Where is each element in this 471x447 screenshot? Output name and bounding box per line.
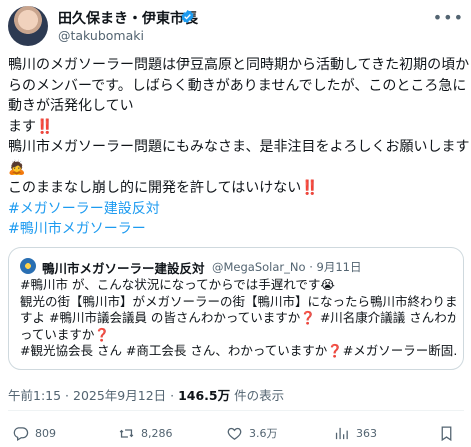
views-icon (335, 427, 348, 439)
reply-count: 809 (35, 426, 56, 440)
divider (8, 410, 464, 411)
bookmark-button[interactable] (438, 422, 461, 444)
views-action-count: 363 (356, 426, 377, 440)
post-line: らのメンバーです。しばらく動きがありませんでしたが、このところ急に (8, 77, 467, 94)
like-count: 3.6万 (249, 427, 278, 440)
quoted-line: 観光の街【鴨川市】がメガソーラーの街【鴨川市】になったら鴨川市終わりま (20, 293, 456, 309)
post-line: ます‼️ (8, 118, 54, 135)
quoted-author-handle-date: @MegaSolar_No · 9月11日 (212, 260, 362, 274)
quoted-post-text: #鴨川市 が、こんな状況になってからでは手遅れです😭 観光の街【鴨川市】がメガソ… (20, 277, 456, 360)
quoted-post-header: 鴨川市メガソーラー建設反対 @MegaSolar_No · 9月11日 (20, 257, 450, 276)
views-label: 件の表示 (230, 388, 285, 403)
bookmark-icon (441, 425, 452, 441)
hashtag-link[interactable]: #鴨川市メガソーラー (8, 219, 466, 240)
repost-count: 8,286 (141, 426, 173, 440)
post-line: このままなし崩し的に開発を許してはいけない‼️ (8, 180, 319, 196)
action-bar: 809 8,286 3.6万 363 (0, 422, 471, 444)
quoted-line: #観光協会長 さん #商工会長 さん、わかっていますか❓#メガソーラー断固… (20, 343, 456, 358)
quoted-line: っていますか❓ (20, 326, 110, 342)
post-line: 鴨川市メガソーラー問題にもみなさま、是非注目をよろしくお願いします (8, 139, 470, 155)
author-name[interactable]: 田久保まき・伊東市長 (58, 8, 198, 28)
post-meta: 午前1:15 · 2025年9月12日 · 146.5万 件の表示 (8, 385, 284, 404)
quoted-line: #鴨川市 が、こんな状況になってからでは手遅れです😭 (20, 277, 335, 292)
post-line: 動きが活発化してい (8, 98, 134, 114)
views-button[interactable]: 363 (333, 422, 377, 444)
quoted-author-name: 鴨川市メガソーラー建設反対 (42, 261, 205, 276)
repost-button[interactable]: 8,286 (118, 422, 173, 444)
quoted-author-avatar (20, 258, 36, 274)
post-header: 田久保まき・伊東市長 @takubomaki ••• (8, 6, 464, 46)
post-timestamp[interactable]: 午前1:15 · 2025年9月12日 · (8, 388, 178, 403)
quoted-line: すよ #鴨川市議会議員 の皆さんわかっていますか❓ #川名康介議議 さんわか (20, 310, 456, 325)
post-line-emoji: 🙇 (8, 159, 26, 176)
post-line: 鴨川のメガソーラー問題は伊豆高原と同時期から活動してきた初期の頃か (8, 57, 470, 73)
views-count: 146.5万 (178, 388, 231, 403)
author-avatar[interactable] (8, 6, 48, 46)
reply-button[interactable]: 809 (12, 422, 56, 444)
author-handle[interactable]: @takubomaki (58, 28, 144, 43)
like-icon (227, 427, 242, 440)
reply-icon (13, 426, 29, 441)
quoted-post[interactable]: 鴨川市メガソーラー建設反対 @MegaSolar_No · 9月11日 #鴨川市… (8, 247, 464, 370)
post-body: 鴨川のメガソーラー問題は伊豆高原と同時期から活動してきた初期の頃か らのメンバー… (8, 55, 470, 240)
like-button[interactable]: 3.6万 (226, 422, 278, 444)
repost-icon (119, 428, 134, 438)
verified-badge-icon (181, 9, 194, 24)
hashtag-link[interactable]: #メガソーラー建設反対 (8, 199, 466, 220)
more-icon[interactable]: ••• (433, 8, 464, 27)
